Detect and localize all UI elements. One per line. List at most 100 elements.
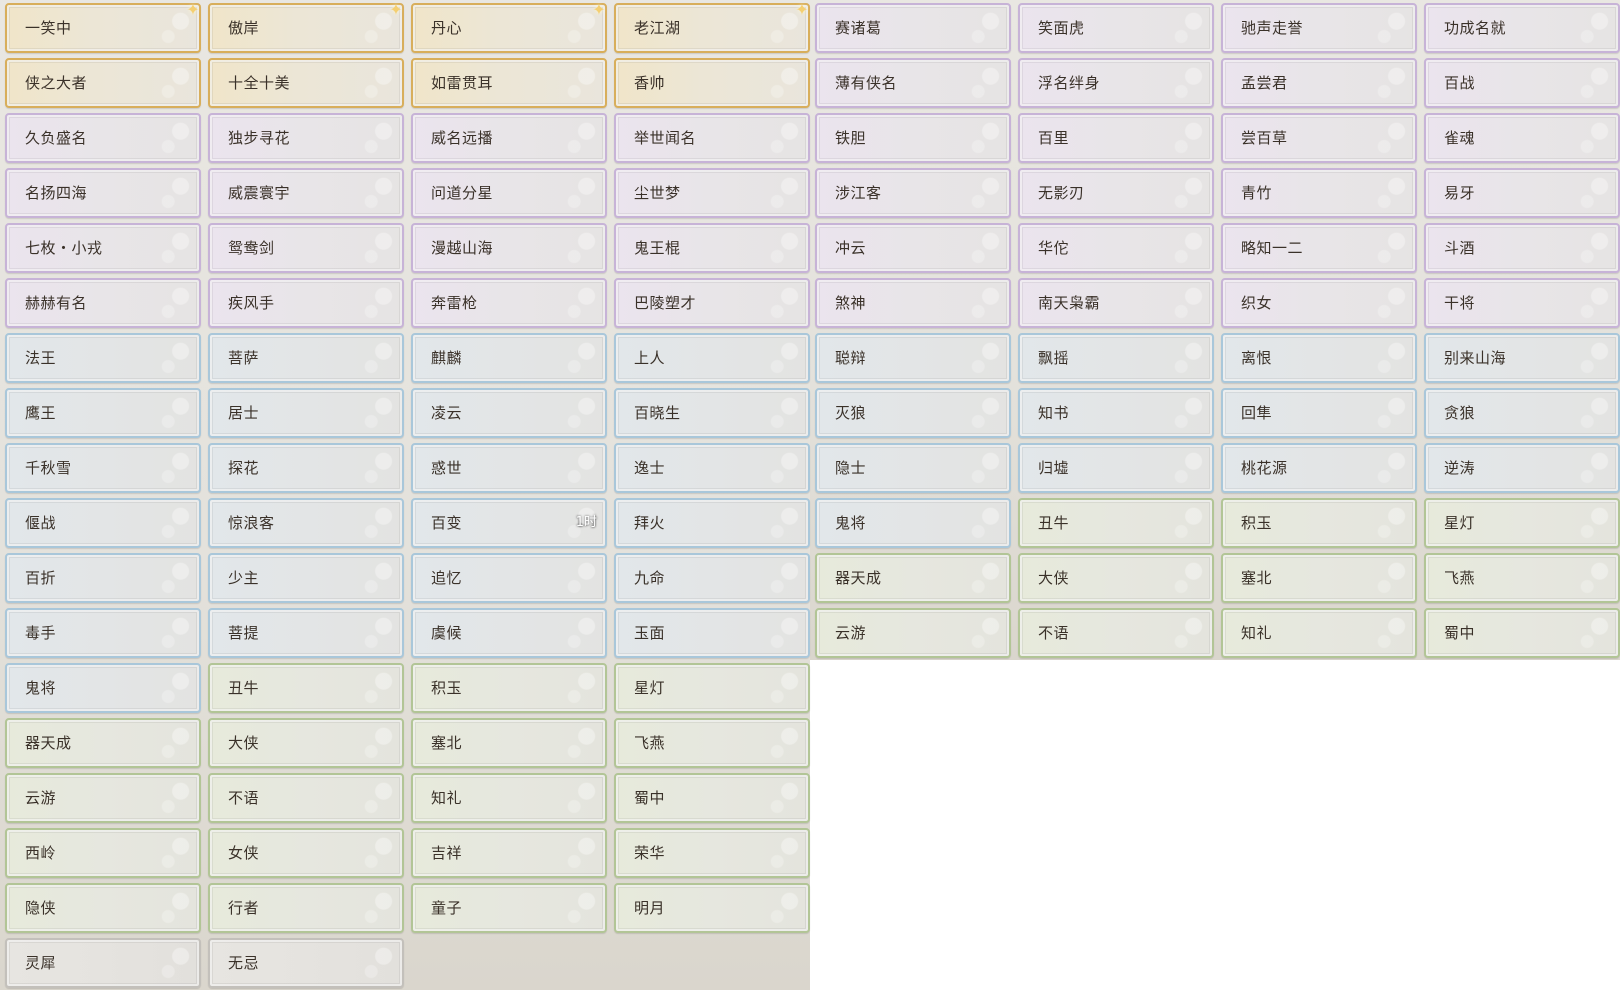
title-tile[interactable]: 惑世 [411,443,607,493]
title-tile[interactable]: 麒麟 [411,333,607,383]
title-tile[interactable]: 略知一二 [1221,223,1417,273]
title-tile[interactable]: 塞北 [411,718,607,768]
title-tile[interactable]: 知书 [1018,388,1214,438]
title-tile[interactable]: 青竹 [1221,168,1417,218]
title-tile[interactable]: 探花 [208,443,404,493]
title-tile[interactable]: 煞神 [815,278,1011,328]
title-tile[interactable]: 偃战 [5,498,201,548]
title-tile[interactable]: 香帅 [614,58,810,108]
title-tile[interactable]: 桃花源 [1221,443,1417,493]
title-tile[interactable]: 百里 [1018,113,1214,163]
title-tile[interactable]: 星灯 [614,663,810,713]
title-tile[interactable]: 丹心 ✦ [411,1,607,53]
title-tile[interactable]: 铁胆 [815,113,1011,163]
title-tile[interactable]: 赛诸葛 [815,3,1011,53]
title-tile[interactable]: 老江湖 ✦ [614,1,810,53]
title-tile[interactable]: 易牙 [1424,168,1620,218]
title-tile[interactable]: 玉面 [614,608,810,658]
title-tile[interactable]: 凌云 [411,388,607,438]
title-tile[interactable]: 浮名绊身 [1018,58,1214,108]
title-tile[interactable]: 吉祥 [411,828,607,878]
title-tile[interactable]: 回隼 [1221,388,1417,438]
title-tile[interactable]: 拜火 [614,498,810,548]
title-tile[interactable]: 飞燕 [614,718,810,768]
title-tile[interactable]: 一笑中 ✦ [5,1,201,53]
title-tile[interactable]: 南天枭霸 [1018,278,1214,328]
title-tile[interactable]: 蜀中 [1424,608,1620,658]
title-tile[interactable]: 十全十美 [208,58,404,108]
title-tile[interactable]: 蜀中 [614,773,810,823]
title-tile[interactable]: 飘摇 [1018,333,1214,383]
title-tile[interactable]: 隐士 [815,443,1011,493]
title-tile[interactable]: 积玉 [411,663,607,713]
title-tile[interactable]: 聪辩 [815,333,1011,383]
title-tile[interactable]: 薄有侠名 [815,58,1011,108]
title-tile[interactable]: 千秋雪 [5,443,201,493]
title-tile[interactable]: 器天成 [5,718,201,768]
title-tile[interactable]: 漫越山海 [411,223,607,273]
title-tile[interactable]: 巴陵塑才 [614,278,810,328]
title-tile[interactable]: 驰声走誉 [1221,3,1417,53]
title-tile[interactable]: 虞候 [411,608,607,658]
title-tile[interactable]: 百折 [5,553,201,603]
title-tile[interactable]: 器天成 [815,553,1011,603]
title-tile[interactable]: 百战 [1424,58,1620,108]
title-tile[interactable]: 逸士 [614,443,810,493]
title-tile[interactable]: 星灯 [1424,498,1620,548]
title-tile[interactable]: 别来山海 [1424,333,1620,383]
title-tile[interactable]: 西岭 [5,828,201,878]
title-tile[interactable]: 惊浪客 [208,498,404,548]
title-tile[interactable]: 贪狼 [1424,388,1620,438]
title-tile[interactable]: 名扬四海 [5,168,201,218]
title-tile[interactable]: 飞燕 [1424,553,1620,603]
title-tile[interactable]: 百晓生 [614,388,810,438]
title-tile[interactable]: 笑面虎 [1018,3,1214,53]
title-tile[interactable]: 女侠 [208,828,404,878]
title-tile[interactable]: 鬼将 [5,663,201,713]
title-tile[interactable]: 赫赫有名 [5,278,201,328]
title-tile[interactable]: 威震寰宇 [208,168,404,218]
title-tile[interactable]: 毒手 [5,608,201,658]
title-tile[interactable]: 云游 [815,608,1011,658]
title-tile[interactable]: 云游 [5,773,201,823]
title-tile[interactable]: 七枚・小戎 [5,223,201,273]
title-tile[interactable]: 不语 [208,773,404,823]
title-tile[interactable]: 鸳鸯剑 [208,223,404,273]
title-tile[interactable]: 问道分星 [411,168,607,218]
title-tile[interactable]: 丑牛 [208,663,404,713]
title-tile[interactable]: 追忆 [411,553,607,603]
title-tile[interactable]: 久负盛名 [5,113,201,163]
title-tile[interactable]: 归墟 [1018,443,1214,493]
title-tile[interactable]: 法王 [5,333,201,383]
title-tile[interactable]: 织女 [1221,278,1417,328]
title-tile[interactable]: 九命 [614,553,810,603]
title-tile[interactable]: 积玉 [1221,498,1417,548]
title-tile[interactable]: 大侠 [208,718,404,768]
title-tile[interactable]: 疾风手 [208,278,404,328]
title-tile[interactable]: 荣华 [614,828,810,878]
title-tile[interactable]: 知礼 [411,773,607,823]
title-tile[interactable]: 雀魂 [1424,113,1620,163]
title-tile[interactable]: 华佗 [1018,223,1214,273]
title-tile[interactable]: 逆涛 [1424,443,1620,493]
title-tile[interactable]: 干将 [1424,278,1620,328]
title-tile[interactable]: 知礼 [1221,608,1417,658]
title-tile[interactable]: 鹰王 [5,388,201,438]
title-tile[interactable]: 百变 1时 [411,498,607,548]
title-tile[interactable]: 菩提 [208,608,404,658]
title-tile[interactable]: 孟尝君 [1221,58,1417,108]
title-tile[interactable]: 行者 [208,883,404,933]
title-tile[interactable]: 鬼将 [815,498,1011,548]
title-tile[interactable]: 灵犀 [5,938,201,988]
title-tile[interactable]: 灭狼 [815,388,1011,438]
title-tile[interactable]: 鬼王棍 [614,223,810,273]
title-tile[interactable]: 上人 [614,333,810,383]
title-tile[interactable]: 离恨 [1221,333,1417,383]
title-tile[interactable]: 丑牛 [1018,498,1214,548]
title-tile[interactable]: 塞北 [1221,553,1417,603]
title-tile[interactable]: 菩萨 [208,333,404,383]
title-tile[interactable]: 少主 [208,553,404,603]
title-tile[interactable]: 如雷贯耳 [411,58,607,108]
title-tile[interactable]: 尘世梦 [614,168,810,218]
title-tile[interactable]: 大侠 [1018,553,1214,603]
